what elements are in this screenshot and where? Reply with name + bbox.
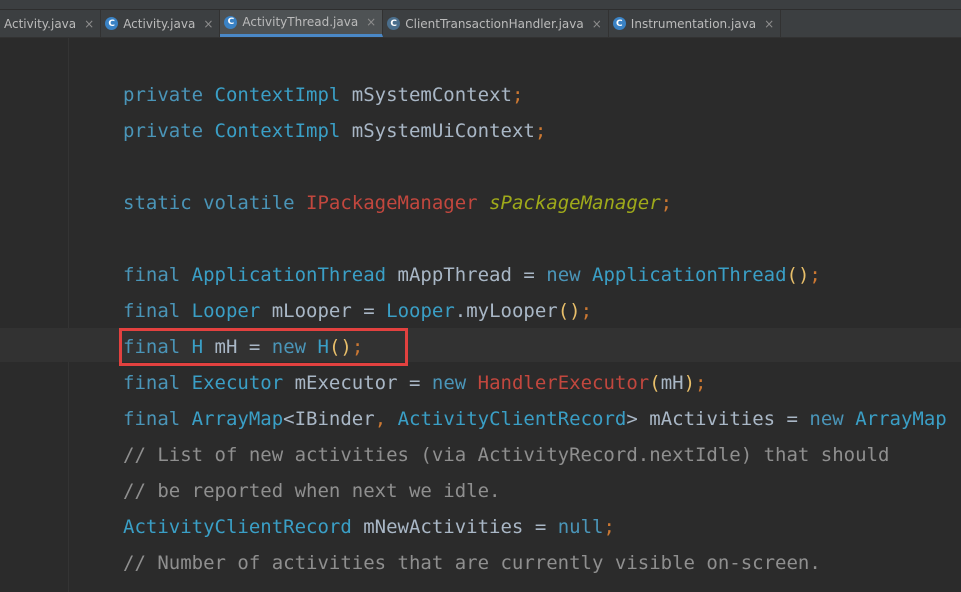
- editor-tab[interactable]: C Activity.java ×: [101, 10, 221, 37]
- code-token: ;: [511, 84, 524, 106]
- code-token: ;: [603, 516, 615, 538]
- code-token: ;: [809, 264, 821, 286]
- code-token: ;: [695, 372, 707, 394]
- code-token: ActivityClientRecord: [123, 516, 364, 538]
- code-line[interactable]: // List of new activities (via ActivityR…: [123, 437, 947, 473]
- code-token: final: [123, 264, 192, 286]
- code-token: IPackageManager: [306, 192, 490, 214]
- close-icon[interactable]: ×: [592, 17, 602, 31]
- editor-tab[interactable]: C ActivityThread.java ×: [220, 10, 384, 37]
- editor-tab-bar: Activity.java × C Activity.java × C ActivityTh…: [0, 0, 961, 38]
- code-line[interactable]: private ContextImpl mSystemUiContext;: [123, 113, 947, 149]
- code-token: ;: [580, 300, 593, 322]
- code-token: private: [123, 84, 215, 106]
- code-token: mExecutor: [294, 372, 409, 394]
- close-icon[interactable]: ×: [764, 17, 774, 31]
- gutter-divider: [68, 38, 69, 592]
- tab-label: Activity.java: [123, 16, 196, 31]
- code-line[interactable]: // be reported when next we idle.: [123, 473, 947, 509]
- code-token: .myLooper: [454, 300, 558, 322]
- code-token: mSystemContext: [351, 84, 512, 106]
- code-token: mH: [660, 372, 684, 394]
- code-token: // List of new activities (via ActivityR…: [123, 444, 890, 466]
- code-token: sPackageManager: [489, 192, 661, 214]
- code-token: ApplicationThread: [191, 264, 398, 286]
- code-line[interactable]: final ArrayMap<IBinder, ActivityClientRe…: [123, 401, 947, 437]
- class-icon: C: [105, 17, 119, 30]
- code-token: =: [786, 408, 810, 430]
- code-line[interactable]: final Executor mExecutor = new HandlerEx…: [123, 365, 947, 401]
- code-token: mActivities: [649, 408, 787, 430]
- code-token: =: [534, 516, 558, 538]
- code-token: null: [557, 516, 604, 538]
- code-token: ActivityClientRecord: [397, 408, 627, 430]
- tab-label: ActivityThread.java: [242, 15, 359, 29]
- code-token: =: [363, 300, 387, 322]
- code-token: final: [123, 372, 192, 394]
- code-token: ContextImpl: [214, 84, 352, 106]
- abstract-class-icon: C: [387, 17, 401, 30]
- code-token: // Number of activities that are current…: [123, 552, 821, 574]
- code-token: ;: [534, 120, 547, 142]
- code-token: ArrayMap: [855, 408, 947, 430]
- code-line[interactable]: [123, 149, 947, 185]
- breadcrumb-strip: [0, 0, 961, 10]
- code-token: ,: [374, 408, 398, 430]
- code-token: mAppThread: [397, 264, 524, 286]
- code-token: Executor: [191, 372, 295, 394]
- close-icon[interactable]: ×: [366, 15, 376, 29]
- code-token: (): [786, 264, 810, 286]
- code-token: (): [557, 300, 581, 322]
- code-token: Looper: [191, 300, 272, 322]
- code-token: final: [123, 408, 192, 430]
- annotation-highlight-box: [119, 328, 408, 366]
- close-icon[interactable]: ×: [84, 17, 94, 31]
- code-token: ;: [660, 192, 673, 214]
- code-line[interactable]: [123, 221, 947, 257]
- editor-tab[interactable]: Activity.java ×: [0, 10, 102, 37]
- code-token: new: [431, 372, 478, 394]
- code-token: final: [123, 300, 192, 322]
- close-icon[interactable]: ×: [203, 17, 213, 31]
- code-line[interactable]: static volatile IPackageManager sPackage…: [123, 185, 947, 221]
- code-token: =: [408, 372, 432, 394]
- code-token: new: [546, 264, 593, 286]
- code-token: mNewActivities: [363, 516, 535, 538]
- editor-tab[interactable]: C Instrumentation.java ×: [609, 10, 782, 37]
- code-token: ContextImpl: [214, 120, 352, 142]
- code-line[interactable]: final Looper mLooper = Looper.myLooper()…: [123, 293, 947, 329]
- code-token: new: [809, 408, 856, 430]
- code-token: mSystemUiContext: [351, 120, 535, 142]
- code-token: ): [683, 372, 696, 394]
- code-line[interactable]: final ApplicationThread mAppThread = new…: [123, 257, 947, 293]
- editor-tab[interactable]: C ClientTransactionHandler.java ×: [383, 10, 609, 37]
- code-token: HandlerExecutor: [477, 372, 650, 394]
- code-token: static volatile: [123, 192, 307, 214]
- tab-label: ClientTransactionHandler.java: [405, 16, 584, 31]
- tab-label: Activity.java: [4, 16, 77, 31]
- class-icon: C: [612, 17, 626, 30]
- code-token: IBinder: [294, 408, 375, 430]
- code-line[interactable]: // Number of activities that are current…: [123, 545, 947, 581]
- code-token: (: [649, 372, 661, 394]
- code-line[interactable]: ActivityClientRecord mNewActivities = nu…: [123, 509, 947, 545]
- tab-label: Instrumentation.java: [630, 16, 757, 31]
- code-token: =: [523, 264, 547, 286]
- code-token: Looper: [386, 300, 455, 322]
- code-token: ArrayMap: [191, 408, 284, 430]
- code-token: >: [626, 408, 650, 430]
- code-token: private: [123, 120, 215, 142]
- code-token: <: [283, 408, 295, 430]
- class-icon: C: [224, 15, 238, 29]
- code-token: ApplicationThread: [592, 264, 787, 286]
- code-token: // be reported when next we idle.: [123, 480, 501, 502]
- editor-tabs: Activity.java × C Activity.java × C ActivityTh…: [0, 10, 782, 37]
- code-line[interactable]: private ContextImpl mSystemContext;: [123, 77, 947, 113]
- code-token: mLooper: [271, 300, 364, 322]
